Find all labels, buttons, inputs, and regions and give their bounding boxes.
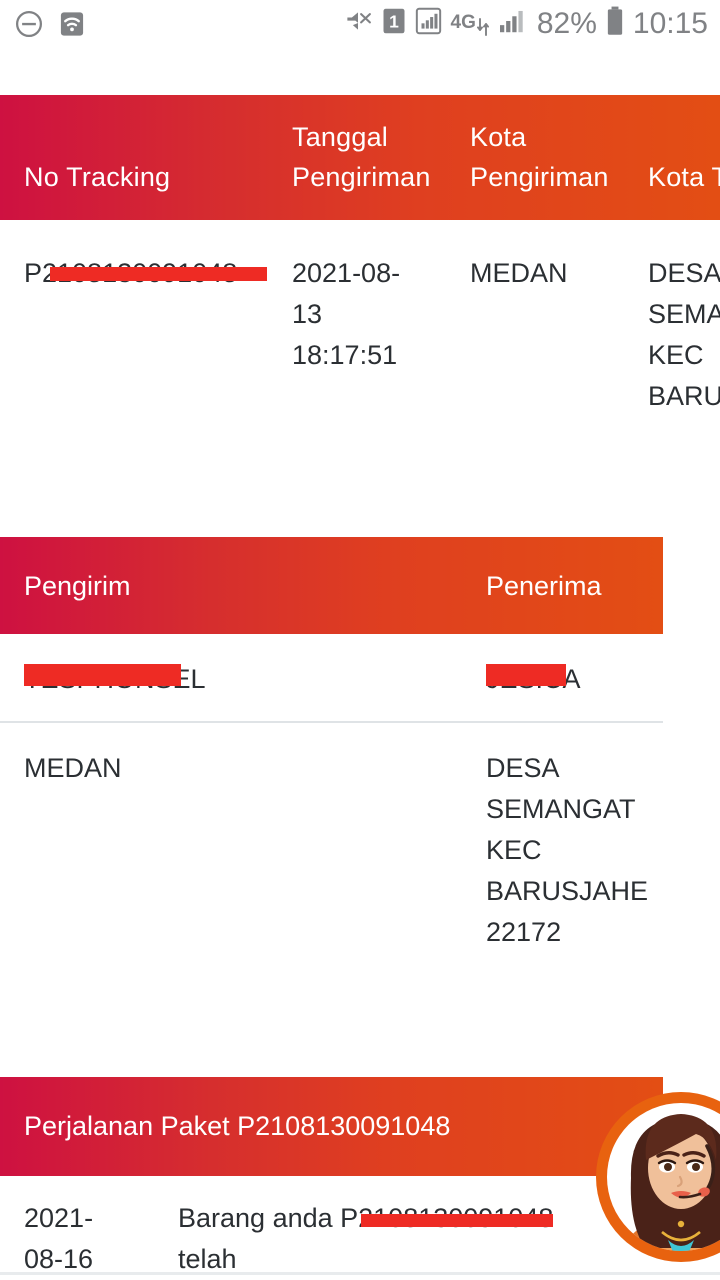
row-divider [0, 721, 663, 723]
penerima-address-line3: KEC [486, 835, 542, 865]
penerima-address-line1: DESA [486, 753, 560, 783]
cell-tanggal-pengiriman: 2021-08- 13 18:17:51 [292, 253, 442, 376]
redaction-bar-tracking-desc [361, 1214, 553, 1227]
column-header-penerima: Penerima [486, 571, 602, 601]
parties-table-header: Pengirim Penerima [0, 537, 663, 634]
battery-percent-label: 82% [536, 6, 597, 40]
shipment-table-header: No Tracking Tanggal Pengiriman Kota Peng… [0, 95, 720, 220]
cell-penerima-name: JESICA [486, 659, 581, 700]
column-header-kota-line2: Pengiriman [470, 162, 609, 192]
kota-tujuan-line2: SEMANGAT [648, 299, 720, 329]
redaction-bar-tracking [50, 267, 267, 281]
wifi-icon [58, 10, 86, 43]
cell-kota-tujuan: DESA SEMANGAT KEC BARUSJAHE [648, 253, 720, 417]
mute-icon [343, 6, 373, 41]
4g-label: 4G [450, 12, 476, 34]
shipment-table-row: P2108130091048 2021-08- 13 18:17:51 MEDA… [0, 220, 720, 520]
tanggal-line2: 13 [292, 299, 323, 329]
penerima-address-line5: 22172 [486, 917, 562, 947]
tanggal-line1: 2021-08- [292, 258, 401, 288]
kota-tujuan-line3: KEC [648, 340, 704, 370]
parties-address-row: MEDAN DESA SEMANGAT KEC BARUSJAHE 22172 [0, 724, 663, 1014]
signal-bars-icon [498, 8, 528, 39]
cell-no-tracking: P2108130091048 [24, 253, 267, 294]
column-header-kota-tujuan: Kota T [648, 162, 720, 192]
tracking-entry-date-line1: 2021- [24, 1203, 94, 1233]
tracking-entry-date: 2021- 08-16 [24, 1198, 164, 1280]
4g-icon: 4G [451, 9, 489, 38]
battery-icon [606, 6, 624, 41]
do-not-disturb-icon [14, 9, 44, 44]
penerima-address-line2: SEMANGAT [486, 794, 636, 824]
status-bar: 1 4G 82% 10:15 [0, 0, 720, 58]
column-header-tanggal-line1: Tanggal [292, 122, 388, 152]
phone-screen: 1 4G 82% 10:15 No Tracking Tanggal Pengi… [0, 0, 720, 1280]
cell-pengirim-address: MEDAN [24, 753, 122, 783]
penerima-address-line4: BARUSJAHE [486, 876, 649, 906]
cell-penerima-address: DESA SEMANGAT KEC BARUSJAHE 22172 [486, 748, 649, 953]
kota-tujuan-line1: DESA [648, 258, 720, 288]
column-header-kota-pengiriman: Kota Pengiriman [470, 117, 609, 197]
column-header-pengirim: Pengirim [24, 571, 131, 601]
tracking-entry-desc-line1: Barang anda P2108130091048 telah [178, 1203, 553, 1274]
data-arrows-icon [476, 16, 489, 38]
tracking-history-header: Perjalanan Paket P2108130091048 [0, 1077, 663, 1176]
kota-tujuan-line4: BARUSJAHE [648, 381, 720, 411]
cell-kota-pengiriman: MEDAN [470, 258, 568, 288]
customer-service-avatar[interactable] [586, 1082, 720, 1272]
redaction-bar-penerima [486, 664, 566, 686]
signal-box-icon [415, 7, 442, 40]
column-header-tanggal-pengiriman: Tanggal Pengiriman [292, 117, 431, 197]
parties-name-row: TESPHONSEL JESICA [0, 634, 663, 723]
clock-label: 10:15 [632, 6, 708, 40]
tracking-entry-description: Barang anda P2108130091048 telah melewat… [178, 1198, 618, 1280]
status-bar-left-icons [14, 9, 86, 44]
column-header-tanggal-line2: Pengiriman [292, 162, 431, 192]
column-header-kota-line1: Kota [470, 122, 527, 152]
tracking-history-title: Perjalanan Paket P2108130091048 [24, 1111, 451, 1141]
redaction-bar-pengirim [24, 664, 181, 686]
sim1-icon: 1 [382, 7, 406, 40]
cell-pengirim-name: TESPHONSEL [24, 659, 206, 700]
bottom-divider [0, 1272, 720, 1275]
column-header-no-tracking: No Tracking [24, 162, 171, 192]
svg-text:1: 1 [389, 11, 399, 31]
status-bar-right-icons: 1 4G 82% 10:15 [343, 6, 708, 41]
tanggal-line3: 18:17:51 [292, 340, 398, 370]
customer-service-chat-button[interactable] [586, 1082, 720, 1272]
